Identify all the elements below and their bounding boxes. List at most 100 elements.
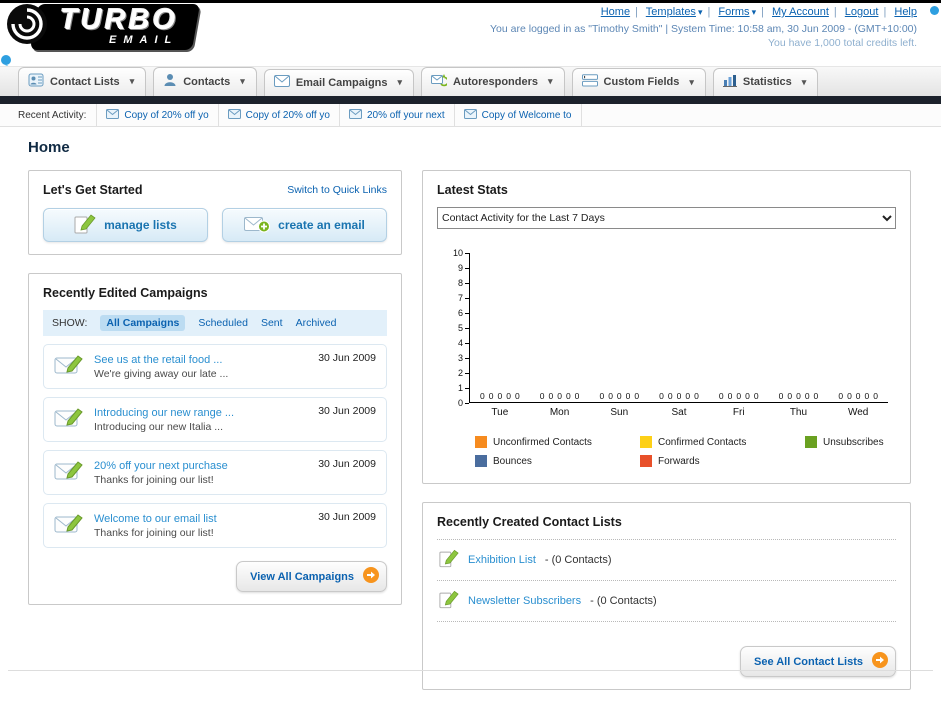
campaign-title-link[interactable]: 20% off your next purchase	[94, 460, 300, 472]
legend-swatch	[475, 455, 487, 467]
chart-value-label: 0	[634, 391, 640, 401]
chart-value-group: 00000	[649, 391, 709, 401]
top-link-templates[interactable]: Templates	[646, 6, 696, 18]
separator	[707, 6, 710, 18]
chart-y-tick: 10	[453, 248, 469, 258]
chart-value-label: 0	[616, 391, 622, 401]
chart-value-label: 0	[565, 391, 571, 401]
envelope-pencil-icon	[54, 511, 84, 540]
chart-value-label: 0	[736, 391, 742, 401]
recent-activity-item[interactable]: Copy of 20% off yo	[96, 104, 217, 126]
tab-email-campaigns[interactable]: Email Campaigns	[263, 69, 415, 96]
chart-value-label: 0	[659, 391, 664, 401]
chart-y-tick: 6	[458, 308, 469, 318]
logo-plate: TURBO EMAIL	[29, 3, 201, 50]
chart-value-group: 00000	[589, 391, 649, 401]
contacts-icon	[163, 73, 177, 90]
chevron-down-icon	[752, 7, 757, 17]
chart-value-label: 0	[608, 391, 613, 401]
legend-label: Confirmed Contacts	[658, 436, 747, 448]
campaign-date: 30 Jun 2009	[318, 405, 376, 417]
manage-lists-button[interactable]: manage lists	[43, 208, 208, 242]
stats-range-select[interactable]: Contact Activity for the Last 7 Days	[437, 207, 896, 229]
arrow-right-icon	[363, 567, 379, 586]
top-nav: Home Templates Forms My Account Logout H…	[601, 6, 917, 18]
filter-scheduled[interactable]: Scheduled	[198, 317, 248, 329]
tab-label: Contact Lists	[50, 75, 120, 88]
app-logo[interactable]: TURBO EMAIL	[6, 3, 201, 50]
pencil-paper-icon	[439, 590, 459, 612]
campaign-row: Welcome to our email list Thanks for joi…	[43, 503, 387, 548]
tab-autoresponders[interactable]: Autoresponders	[421, 67, 565, 96]
filter-archived[interactable]: Archived	[296, 317, 337, 329]
chart-value-label: 0	[838, 391, 844, 401]
top-link-my-account[interactable]: My Account	[772, 6, 829, 18]
chart-x-label: Fri	[732, 407, 745, 418]
chart-value-label: 0	[694, 391, 699, 401]
chevron-down-icon	[689, 77, 694, 88]
chart-value-group: 00000	[769, 391, 829, 401]
contact-list-count: - (0 Contacts)	[590, 595, 657, 607]
campaign-row: Introducing our new range ... Introducin…	[43, 397, 387, 442]
chart-value-label: 0	[718, 391, 724, 401]
campaign-subtitle: Introducing our new Italia ...	[94, 420, 223, 433]
chart-value-label: 0	[676, 391, 682, 401]
recent-activity-item-label: Copy of 20% off yo	[245, 109, 330, 121]
tab-statistics[interactable]: Statistics	[712, 68, 819, 96]
top-link-help[interactable]: Help	[894, 6, 917, 18]
chart-x-label: Wed	[847, 407, 869, 418]
main-nav: Contact Lists Contacts Email Campaigns A…	[0, 66, 941, 96]
filter-all-campaigns[interactable]: All Campaigns	[100, 315, 186, 331]
chart-value-label: 0	[497, 391, 503, 401]
page-bottom-rule	[8, 670, 933, 671]
recent-activity-item[interactable]: Copy of Welcome to	[453, 104, 582, 126]
top-link-logout[interactable]: Logout	[845, 6, 879, 18]
tab-label: Email Campaigns	[295, 76, 388, 89]
tab-contact-lists[interactable]: Contact Lists	[18, 67, 147, 96]
contact-lists-icon	[28, 73, 44, 90]
campaigns-title: Recently Edited Campaigns	[43, 286, 208, 300]
campaign-title-link[interactable]: See us at the retail food ...	[94, 354, 300, 366]
legend-label: Unconfirmed Contacts	[493, 436, 592, 448]
view-all-campaigns-label: View All Campaigns	[250, 570, 354, 583]
envelope-pencil-icon	[54, 405, 84, 434]
latest-stats-title: Latest Stats	[437, 183, 508, 197]
get-started-title: Let's Get Started	[43, 183, 143, 197]
envelope-plus-icon	[244, 215, 271, 236]
envelope-icon	[106, 108, 120, 122]
chart-value-label: 0	[667, 391, 673, 401]
legend-swatch	[805, 436, 817, 448]
chart-value-label: 0	[625, 391, 631, 401]
campaign-subtitle: We're giving away our late ...	[94, 367, 229, 380]
chart-x-label: Sat	[671, 407, 687, 418]
recent-activity-item-label: 20% off your next	[366, 109, 445, 121]
campaign-date: 30 Jun 2009	[318, 352, 376, 364]
filter-sent[interactable]: Sent	[261, 317, 283, 329]
latest-stats-panel: Latest Stats Contact Activity for the La…	[422, 170, 911, 484]
top-link-forms[interactable]: Forms	[718, 6, 749, 18]
contact-list-item: Exhibition List - (0 Contacts)	[437, 540, 896, 581]
tab-contacts[interactable]: Contacts	[153, 67, 257, 96]
recent-activity-item[interactable]: Copy of 20% off yo	[217, 104, 339, 126]
contact-list-link[interactable]: Newsletter Subscribers	[468, 595, 581, 607]
chart-value-label: 0	[727, 391, 733, 401]
campaign-title-link[interactable]: Introducing our new range ...	[94, 407, 300, 419]
see-all-contact-lists-button[interactable]: See All Contact Lists	[739, 646, 896, 677]
logo-title: TURBO	[60, 3, 179, 36]
view-all-campaigns-button[interactable]: View All Campaigns	[236, 561, 387, 592]
contact-list-link[interactable]: Exhibition List	[468, 554, 536, 566]
separator	[761, 6, 764, 18]
recent-activity-item[interactable]: 20% off your next	[338, 104, 454, 126]
contact-lists-title: Recently Created Contact Lists	[437, 515, 622, 529]
recent-activity-item-label: Copy of 20% off yo	[124, 109, 209, 121]
chart-value-label: 0	[753, 391, 759, 401]
top-link-home[interactable]: Home	[601, 6, 630, 18]
create-email-button[interactable]: create an email	[222, 208, 387, 242]
chart-y-axis: 0 1 2 3 4 5 6 7 8 9 10	[445, 248, 469, 408]
campaign-title-link[interactable]: Welcome to our email list	[94, 513, 300, 525]
switch-to-quick-links[interactable]: Switch to Quick Links	[287, 184, 387, 196]
manage-lists-label: manage lists	[104, 218, 177, 232]
bar-chart-icon	[722, 74, 737, 90]
chart-value-label: 0	[745, 391, 750, 401]
tab-custom-fields[interactable]: Custom Fields	[571, 68, 706, 96]
